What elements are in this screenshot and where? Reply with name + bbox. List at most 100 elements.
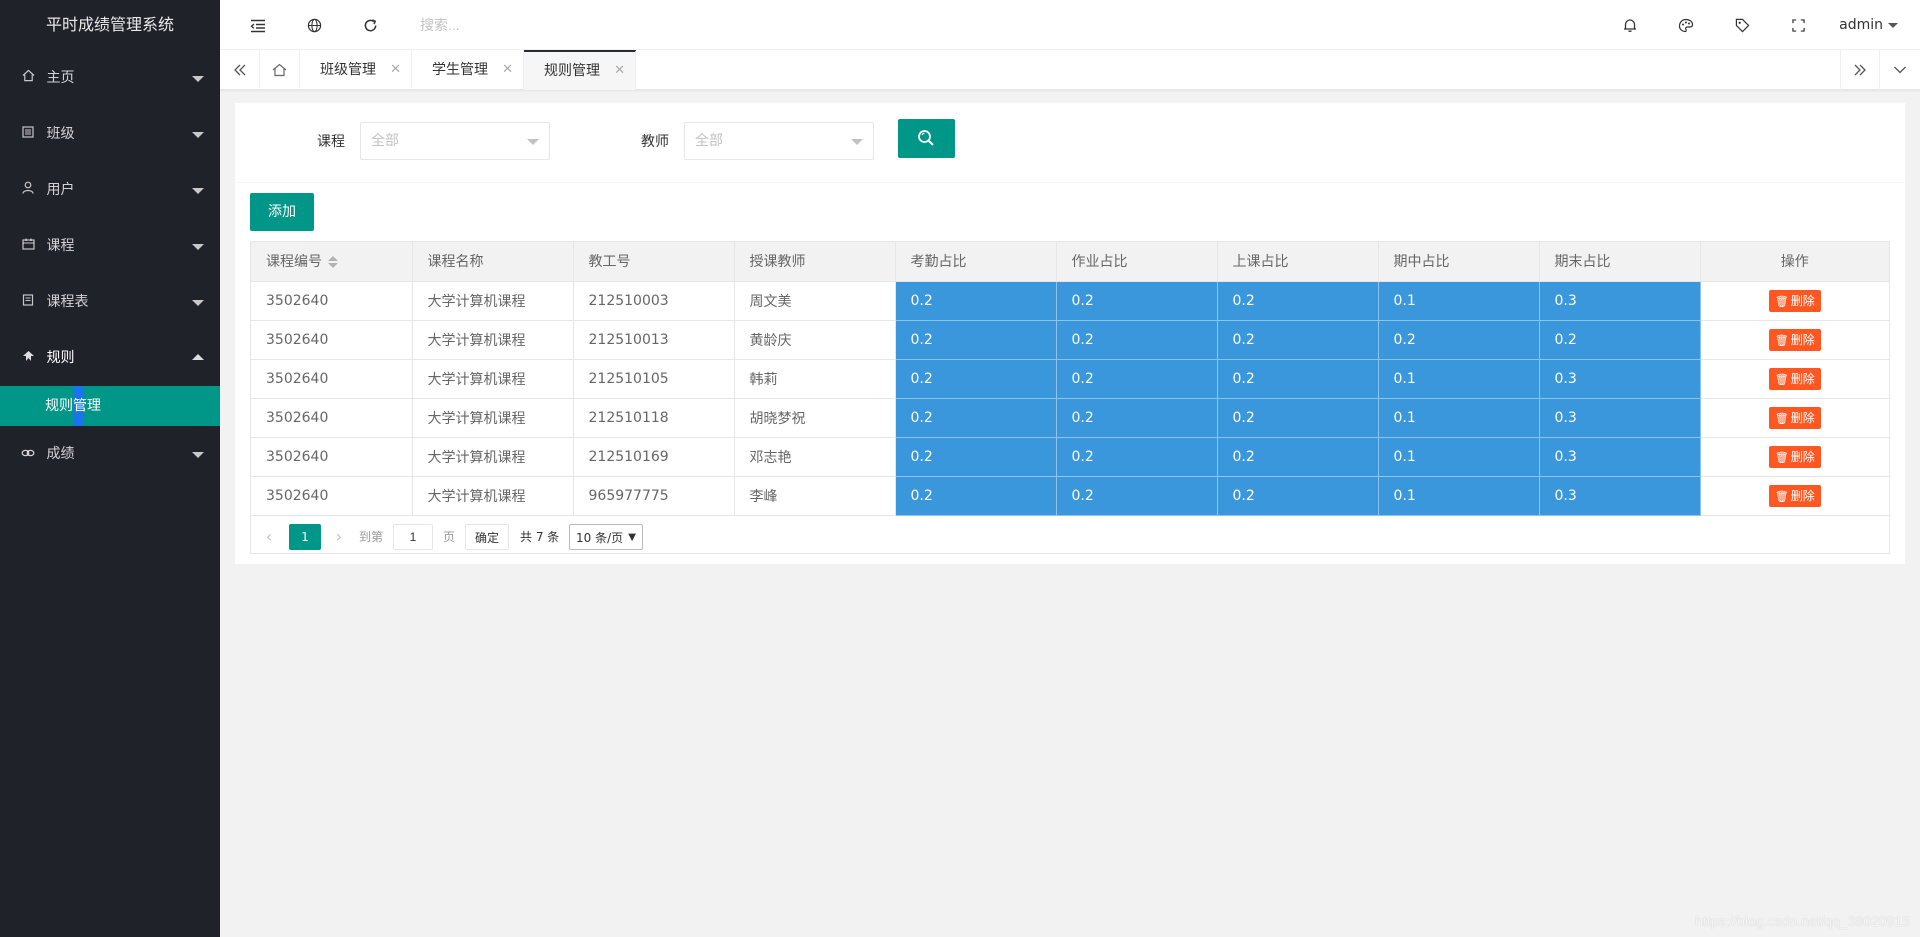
sidebar-item-rule[interactable]: 规则 [0, 330, 220, 386]
tabs-menu-chevron-down-icon[interactable] [1880, 50, 1920, 90]
final-ratio-cell[interactable]: 0.3 [1539, 281, 1701, 321]
midterm-ratio-cell[interactable]: 0.1 [1378, 476, 1540, 516]
final-ratio-cell[interactable]: 0.2 [1539, 320, 1701, 360]
course-select[interactable]: 全部 [360, 122, 550, 160]
close-icon[interactable]: ✕ [614, 52, 625, 90]
teacher-select[interactable]: 全部 [684, 122, 874, 160]
bell-icon[interactable] [1610, 0, 1650, 50]
sidebar-item-rule-manage[interactable]: 规则管理 [0, 386, 220, 426]
watermark: https://blog.csdn.net/qq_38020915 [1695, 913, 1910, 929]
midterm-ratio-cell[interactable]: 0.1 [1378, 437, 1540, 477]
goto-confirm-button[interactable]: 确定 [465, 523, 509, 550]
chevron-down-icon [192, 300, 204, 306]
page-size-select[interactable]: 10 条/页 ▼ [569, 523, 643, 550]
class-ratio-cell[interactable]: 0.2 [1217, 476, 1379, 516]
user-menu[interactable]: admin [1839, 0, 1898, 50]
homework-ratio-cell[interactable]: 0.2 [1056, 437, 1218, 477]
tab-rule-manage[interactable]: 规则管理 ✕ [524, 50, 636, 90]
sidebar-item-user[interactable]: 用户 [0, 162, 220, 218]
rule-icon [20, 331, 36, 387]
chevron-down-icon [192, 188, 204, 194]
midterm-ratio-cell[interactable]: 0.1 [1378, 281, 1540, 321]
delete-label: 删除 [1790, 371, 1815, 386]
tab-label: 班级管理 [320, 62, 376, 78]
sidebar-item-class[interactable]: 班级 [0, 106, 220, 162]
fullscreen-icon[interactable] [1778, 0, 1818, 50]
menu-fold-icon[interactable] [238, 0, 278, 50]
tabs-scroll-left-icon[interactable] [220, 50, 260, 90]
tab-student-manage[interactable]: 学生管理 ✕ [412, 50, 524, 90]
sidebar-item-schedule[interactable]: 课程表 [0, 274, 220, 330]
class-ratio-cell[interactable]: 0.2 [1217, 281, 1379, 321]
sidebar-item-home[interactable]: 主页 [0, 50, 220, 106]
teacher-name-cell: 李峰 [734, 476, 896, 516]
next-page-chevron-right-icon[interactable]: › [329, 524, 349, 550]
delete-label: 删除 [1790, 410, 1815, 425]
search-button[interactable] [898, 119, 955, 158]
trash-icon: 🗑 [1774, 489, 1789, 503]
actions-cell: 🗑 删除 [1700, 281, 1889, 321]
content-card: 课程 全部 教师 全部 添加 课程编号 课程名称 教工号 授课教师 考勤占比 作… [235, 103, 1905, 564]
close-icon[interactable]: ✕ [502, 50, 513, 90]
column-header: 操作 [1700, 242, 1889, 282]
class-ratio-cell[interactable]: 0.2 [1217, 359, 1379, 399]
attendance-ratio-cell[interactable]: 0.2 [895, 437, 1057, 477]
prev-page-chevron-left-icon[interactable]: ‹ [259, 524, 279, 550]
sidebar-item-label: 成绩 [46, 446, 75, 462]
delete-button[interactable]: 🗑 删除 [1768, 367, 1821, 390]
refresh-icon[interactable] [350, 0, 390, 50]
tab-label: 学生管理 [432, 62, 488, 78]
sidebar-item-grades[interactable]: 成绩 [0, 426, 220, 482]
attendance-ratio-cell[interactable]: 0.2 [895, 281, 1057, 321]
midterm-ratio-cell[interactable]: 0.2 [1378, 320, 1540, 360]
tabs-scroll-right-icon[interactable] [1840, 50, 1880, 90]
actions-cell: 🗑 删除 [1700, 359, 1889, 399]
actions-cell: 🗑 删除 [1700, 476, 1889, 516]
tab-class-manage[interactable]: 班级管理 ✕ [300, 50, 412, 90]
teacher-id-cell: 212510105 [573, 359, 735, 399]
attendance-ratio-cell[interactable]: 0.2 [895, 320, 1057, 360]
page-number-current[interactable]: 1 [289, 523, 321, 550]
final-ratio-cell[interactable]: 0.3 [1539, 437, 1701, 477]
table-header-row: 课程编号 课程名称 教工号 授课教师 考勤占比 作业占比 上课占比 期中占比 期… [251, 242, 1889, 282]
homework-ratio-cell[interactable]: 0.2 [1056, 359, 1218, 399]
sort-icon[interactable] [328, 255, 338, 269]
attendance-ratio-cell[interactable]: 0.2 [895, 398, 1057, 438]
attendance-ratio-cell[interactable]: 0.2 [895, 359, 1057, 399]
user-icon [20, 163, 36, 219]
goto-page-input[interactable] [393, 523, 433, 550]
midterm-ratio-cell[interactable]: 0.1 [1378, 359, 1540, 399]
delete-button[interactable]: 🗑 删除 [1768, 445, 1821, 468]
sidebar-item-course[interactable]: 课程 [0, 218, 220, 274]
tag-icon[interactable] [1722, 0, 1762, 50]
homework-ratio-cell[interactable]: 0.2 [1056, 398, 1218, 438]
homework-ratio-cell[interactable]: 0.2 [1056, 476, 1218, 516]
column-header[interactable]: 课程编号 [251, 242, 413, 282]
column-header: 课程名称 [412, 242, 574, 282]
search-input[interactable] [420, 12, 620, 38]
add-button[interactable]: 添加 [250, 193, 314, 231]
homework-ratio-cell[interactable]: 0.2 [1056, 281, 1218, 321]
sidebar-item-label: 课程 [46, 238, 75, 254]
delete-button[interactable]: 🗑 删除 [1768, 484, 1821, 507]
class-ratio-cell[interactable]: 0.2 [1217, 320, 1379, 360]
column-header: 教工号 [573, 242, 735, 282]
link-icon [20, 427, 36, 483]
theme-palette-icon[interactable] [1666, 0, 1706, 50]
attendance-ratio-cell[interactable]: 0.2 [895, 476, 1057, 516]
final-ratio-cell[interactable]: 0.3 [1539, 398, 1701, 438]
class-ratio-cell[interactable]: 0.2 [1217, 437, 1379, 477]
final-ratio-cell[interactable]: 0.3 [1539, 476, 1701, 516]
final-ratio-cell[interactable]: 0.3 [1539, 359, 1701, 399]
homework-ratio-cell[interactable]: 0.2 [1056, 320, 1218, 360]
midterm-ratio-cell[interactable]: 0.1 [1378, 398, 1540, 438]
globe-icon[interactable] [294, 0, 334, 50]
delete-button[interactable]: 🗑 删除 [1768, 406, 1821, 429]
table-row: 3502640 大学计算机课程 212510118 胡晓梦祝 0.2 0.2 0… [251, 398, 1889, 438]
delete-button[interactable]: 🗑 删除 [1768, 289, 1821, 312]
close-icon[interactable]: ✕ [390, 50, 401, 90]
home-tab-icon[interactable] [260, 50, 300, 90]
class-ratio-cell[interactable]: 0.2 [1217, 398, 1379, 438]
course-code-cell: 3502640 [251, 359, 413, 399]
delete-button[interactable]: 🗑 删除 [1768, 328, 1821, 351]
